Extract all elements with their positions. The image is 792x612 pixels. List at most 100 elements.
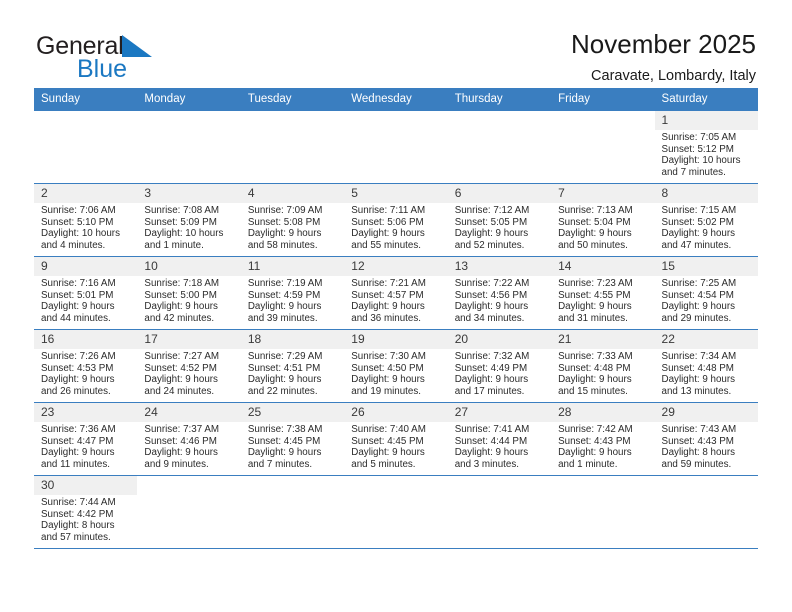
sunrise-time: Sunrise: 7:34 AM — [661, 351, 737, 362]
daylight-duration-line2: and 5 minutes. — [351, 458, 416, 470]
daylight-duration-line1: Daylight: 9 hours — [558, 301, 632, 313]
sunset-time: Sunset: 4:48 PM — [661, 362, 734, 374]
calendar-body: 1 Sunrise: 7:05 AM Sunset: 5:12 PM Daylight… — [34, 110, 758, 549]
sunrise-time: Sunrise: 7:11 AM — [351, 205, 426, 216]
day-number: 8 — [654, 184, 758, 203]
calendar-day-cell-empty — [240, 475, 345, 549]
calendar-day-cell-empty — [137, 475, 241, 549]
calendar-day-cell[interactable]: 8 Sunrise: 7:15 AM Sunset: 5:02 PM Daylight… — [654, 183, 758, 257]
calendar-week-row: 30 Sunrise: 7:44 AM Sunset: 4:42 PM Dayligh… — [34, 475, 758, 549]
calendar-day-cell[interactable]: 4 Sunrise: 7:09 AM Sunset: 5:08 PM Daylight… — [240, 183, 345, 257]
daylight-duration-line1: Daylight: 9 hours — [144, 374, 218, 386]
sunrise-time: Sunrise: 7:43 AM — [661, 424, 737, 435]
calendar-day-cell[interactable]: 9 Sunrise: 7:16 AM Sunset: 5:01 PM Daylight… — [34, 256, 138, 330]
calendar-week-row: 1 Sunrise: 7:05 AM Sunset: 5:12 PM Daylight… — [34, 110, 758, 184]
calendar-day-cell[interactable]: 17 Sunrise: 7:27 AM Sunset: 4:52 PM Dayligh… — [137, 329, 241, 403]
day-number: 29 — [654, 403, 758, 422]
empty-cell-inner — [34, 111, 137, 183]
day-number: 16 — [34, 330, 138, 349]
day-details: Sunrise: 7:43 AM Sunset: 4:43 PM Daylight:… — [655, 422, 758, 470]
day-cell-inner: 16 Sunrise: 7:26 AM Sunset: 4:53 PM Dayligh… — [34, 330, 138, 402]
day-number: 30 — [34, 476, 138, 495]
daylight-duration-line1: Daylight: 9 hours — [558, 228, 632, 240]
sunset-time: Sunset: 4:44 PM — [454, 435, 528, 447]
calendar-day-cell[interactable]: 21 Sunrise: 7:33 AM Sunset: 4:48 PM Dayligh… — [551, 329, 655, 403]
day-number: 27 — [447, 403, 552, 422]
calendar-day-cell[interactable]: 22 Sunrise: 7:34 AM Sunset: 4:48 PM Dayligh… — [654, 329, 758, 403]
daylight-duration-line2: and 7 minutes. — [247, 458, 313, 470]
sunset-time: Sunset: 4:47 PM — [41, 435, 114, 447]
calendar-week-row: 2 Sunrise: 7:06 AM Sunset: 5:10 PM Daylight… — [34, 183, 758, 257]
calendar-day-cell-empty — [34, 110, 138, 184]
calendar-day-cell[interactable]: 29 Sunrise: 7:43 AM Sunset: 4:43 PM Dayligh… — [654, 402, 758, 476]
calendar-day-cell[interactable]: 18 Sunrise: 7:29 AM Sunset: 4:51 PM Dayligh… — [240, 329, 345, 403]
empty-cell-inner — [241, 476, 344, 548]
sunset-time: Sunset: 5:04 PM — [558, 216, 631, 228]
sunrise-time: Sunrise: 7:12 AM — [454, 205, 530, 216]
daylight-duration-line2: and 22 minutes. — [247, 385, 318, 397]
sunset-time: Sunset: 5:09 PM — [144, 216, 217, 228]
sunrise-time: Sunrise: 7:08 AM — [144, 205, 220, 216]
day-details: Sunrise: 7:13 AM Sunset: 5:04 PM Daylight:… — [551, 203, 654, 251]
day-number: 1 — [654, 111, 758, 130]
calendar-day-cell[interactable]: 25 Sunrise: 7:38 AM Sunset: 4:45 PM Dayligh… — [240, 402, 345, 476]
day-number: 21 — [551, 330, 655, 349]
calendar-day-cell[interactable]: 13 Sunrise: 7:22 AM Sunset: 4:56 PM Dayligh… — [447, 256, 552, 330]
calendar-day-cell[interactable]: 10 Sunrise: 7:18 AM Sunset: 5:00 PM Dayligh… — [137, 256, 241, 330]
sunset-time: Sunset: 4:48 PM — [558, 362, 631, 374]
calendar-day-cell[interactable]: 11 Sunrise: 7:19 AM Sunset: 4:59 PM Dayligh… — [240, 256, 345, 330]
day-number: 6 — [447, 184, 552, 203]
sunset-time: Sunset: 4:42 PM — [41, 508, 114, 520]
calendar-day-cell[interactable]: 30 Sunrise: 7:44 AM Sunset: 4:42 PM Dayligh… — [34, 475, 138, 549]
empty-cell-inner — [551, 111, 654, 183]
day-cell-inner: 28 Sunrise: 7:42 AM Sunset: 4:43 PM Dayligh… — [551, 403, 655, 475]
day-details: Sunrise: 7:06 AM Sunset: 5:10 PM Daylight:… — [34, 203, 137, 251]
weekday-header-friday: Friday — [551, 88, 655, 111]
calendar-day-cell[interactable]: 14 Sunrise: 7:23 AM Sunset: 4:55 PM Dayligh… — [551, 256, 655, 330]
calendar-day-cell[interactable]: 23 Sunrise: 7:36 AM Sunset: 4:47 PM Dayligh… — [34, 402, 138, 476]
calendar-day-cell[interactable]: 1 Sunrise: 7:05 AM Sunset: 5:12 PM Daylight… — [654, 110, 758, 184]
calendar-day-cell[interactable]: 3 Sunrise: 7:08 AM Sunset: 5:09 PM Daylight… — [137, 183, 241, 257]
calendar-day-cell[interactable]: 20 Sunrise: 7:32 AM Sunset: 4:49 PM Dayligh… — [447, 329, 552, 403]
daylight-duration-line1: Daylight: 9 hours — [144, 301, 218, 313]
sunrise-time: Sunrise: 7:32 AM — [454, 351, 530, 362]
sunrise-time: Sunrise: 7:38 AM — [247, 424, 323, 435]
calendar-day-cell[interactable]: 26 Sunrise: 7:40 AM Sunset: 4:45 PM Dayligh… — [344, 402, 448, 476]
calendar-day-cell[interactable]: 6 Sunrise: 7:12 AM Sunset: 5:05 PM Daylight… — [447, 183, 552, 257]
calendar-day-cell[interactable]: 12 Sunrise: 7:21 AM Sunset: 4:57 PM Dayligh… — [344, 256, 448, 330]
calendar-day-cell[interactable]: 16 Sunrise: 7:26 AM Sunset: 4:53 PM Dayligh… — [34, 329, 138, 403]
sunrise-time: Sunrise: 7:29 AM — [247, 351, 323, 362]
day-details: Sunrise: 7:44 AM Sunset: 4:42 PM Daylight:… — [34, 495, 137, 543]
sunrise-time: Sunrise: 7:37 AM — [144, 424, 220, 435]
daylight-duration-line1: Daylight: 9 hours — [41, 301, 115, 313]
calendar-page: General Blue November 2025 Caravate, Lom… — [0, 0, 792, 612]
sunrise-time: Sunrise: 7:13 AM — [558, 205, 633, 216]
daylight-duration-line1: Daylight: 10 hours — [41, 228, 120, 240]
calendar-day-cell-empty — [447, 475, 552, 549]
empty-cell-inner — [137, 476, 240, 548]
sunset-time: Sunset: 4:46 PM — [144, 435, 217, 447]
sunrise-time: Sunrise: 7:16 AM — [41, 278, 116, 289]
sunrise-time: Sunrise: 7:27 AM — [144, 351, 220, 362]
calendar-day-cell[interactable]: 5 Sunrise: 7:11 AM Sunset: 5:06 PM Daylight… — [344, 183, 448, 257]
sunrise-time: Sunrise: 7:30 AM — [351, 351, 426, 362]
calendar-day-cell[interactable]: 2 Sunrise: 7:06 AM Sunset: 5:10 PM Daylight… — [34, 183, 138, 257]
daylight-duration-line2: and 26 minutes. — [41, 385, 111, 397]
daylight-duration-line1: Daylight: 9 hours — [247, 228, 322, 240]
logo-text-general: General — [36, 32, 124, 60]
day-number: 23 — [34, 403, 138, 422]
daylight-duration-line2: and 9 minutes. — [144, 458, 209, 470]
calendar-day-cell[interactable]: 15 Sunrise: 7:25 AM Sunset: 4:54 PM Dayligh… — [654, 256, 758, 330]
calendar-day-cell[interactable]: 27 Sunrise: 7:41 AM Sunset: 4:44 PM Dayligh… — [447, 402, 552, 476]
day-number: 28 — [551, 403, 655, 422]
calendar-day-cell[interactable]: 28 Sunrise: 7:42 AM Sunset: 4:43 PM Dayligh… — [551, 402, 655, 476]
daylight-duration-line1: Daylight: 10 hours — [144, 228, 224, 240]
calendar-day-cell[interactable]: 7 Sunrise: 7:13 AM Sunset: 5:04 PM Daylight… — [551, 183, 655, 257]
day-details: Sunrise: 7:09 AM Sunset: 5:08 PM Daylight:… — [241, 203, 344, 251]
daylight-duration-line2: and 50 minutes. — [558, 239, 628, 251]
sunrise-time: Sunrise: 7:25 AM — [661, 278, 737, 289]
calendar-day-cell[interactable]: 19 Sunrise: 7:30 AM Sunset: 4:50 PM Dayligh… — [344, 329, 448, 403]
day-cell-inner: 27 Sunrise: 7:41 AM Sunset: 4:44 PM Dayligh… — [447, 403, 552, 475]
calendar-day-cell[interactable]: 24 Sunrise: 7:37 AM Sunset: 4:46 PM Dayligh… — [137, 402, 241, 476]
day-number: 18 — [240, 330, 345, 349]
